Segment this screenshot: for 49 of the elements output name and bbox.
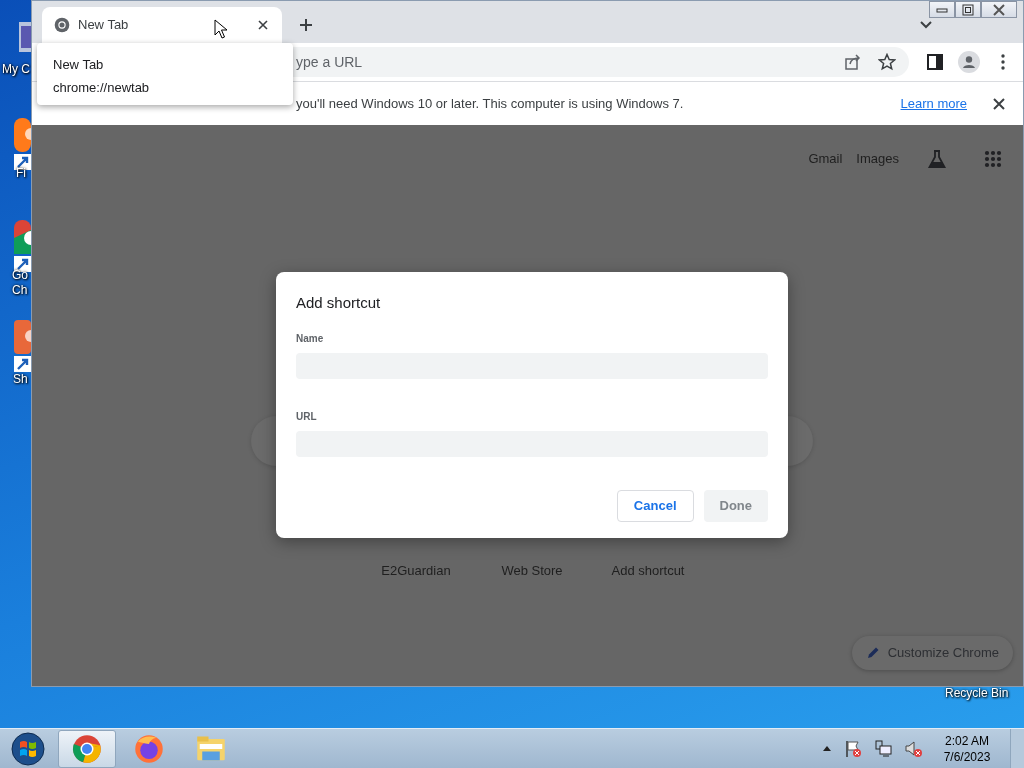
more-icon xyxy=(1001,54,1005,70)
browser-tab[interactable]: New Tab xyxy=(42,7,282,43)
pencil-icon xyxy=(865,646,880,660)
field-label: Name xyxy=(296,331,325,346)
firefox-icon xyxy=(134,733,164,764)
icon-label: Recycle Bin xyxy=(945,686,1009,701)
shortcut-label[interactable]: Web Store xyxy=(478,561,586,581)
cursor-icon xyxy=(214,19,228,39)
shortcut-label[interactable]: E2Guardian xyxy=(362,561,470,581)
chevron-down-icon xyxy=(920,21,932,29)
avatar-icon xyxy=(958,51,980,73)
icon-label: Fi xyxy=(16,166,26,181)
close-button[interactable] xyxy=(981,1,1017,18)
profile-button[interactable] xyxy=(955,48,983,76)
learn-more-link[interactable]: Learn more xyxy=(900,93,967,114)
field-label: URL xyxy=(296,409,318,424)
plus-icon xyxy=(299,18,313,32)
icon-label: My C xyxy=(2,62,30,77)
header-link[interactable]: Gmail xyxy=(808,149,843,169)
tooltip-url: chrome://newtab xyxy=(53,78,151,97)
speaker-icon xyxy=(904,738,922,759)
apps-grid-icon xyxy=(984,150,1002,168)
close-icon xyxy=(992,3,1006,16)
side-panel-icon xyxy=(927,54,943,70)
share-icon xyxy=(844,53,862,71)
infobar-message: you'll need Windows 10 or later. This computer is using Windows 7. xyxy=(296,94,684,113)
star-icon xyxy=(878,53,896,71)
icon-label: Go Ch xyxy=(12,268,28,298)
windows-orb-icon xyxy=(11,731,45,766)
close-icon xyxy=(258,20,268,30)
taskbar-app-button[interactable] xyxy=(58,729,116,768)
customize-chrome-button[interactable]: Customize Chrome xyxy=(851,636,1013,670)
chrome-icon xyxy=(72,733,102,764)
header-link[interactable]: Images xyxy=(856,149,899,169)
cancel-button[interactable]: Cancel xyxy=(616,490,694,522)
clock-date: 7/6/2023 xyxy=(942,748,992,765)
maximize-icon xyxy=(961,3,975,16)
up-arrow-icon xyxy=(823,746,831,751)
flag-icon xyxy=(844,738,862,759)
dialog-title: Add shortcut xyxy=(296,293,382,313)
chrome-icon xyxy=(54,17,70,33)
flask-icon xyxy=(927,149,947,169)
shortcut-label[interactable]: Add shortcut xyxy=(594,561,702,581)
network-icon xyxy=(874,738,892,759)
close-icon xyxy=(993,97,1005,110)
maximize-button[interactable] xyxy=(955,1,981,18)
clock-time: 2:02 AM xyxy=(944,732,990,749)
icon-label: Sh xyxy=(13,372,28,387)
tooltip-title: New Tab xyxy=(53,56,105,74)
